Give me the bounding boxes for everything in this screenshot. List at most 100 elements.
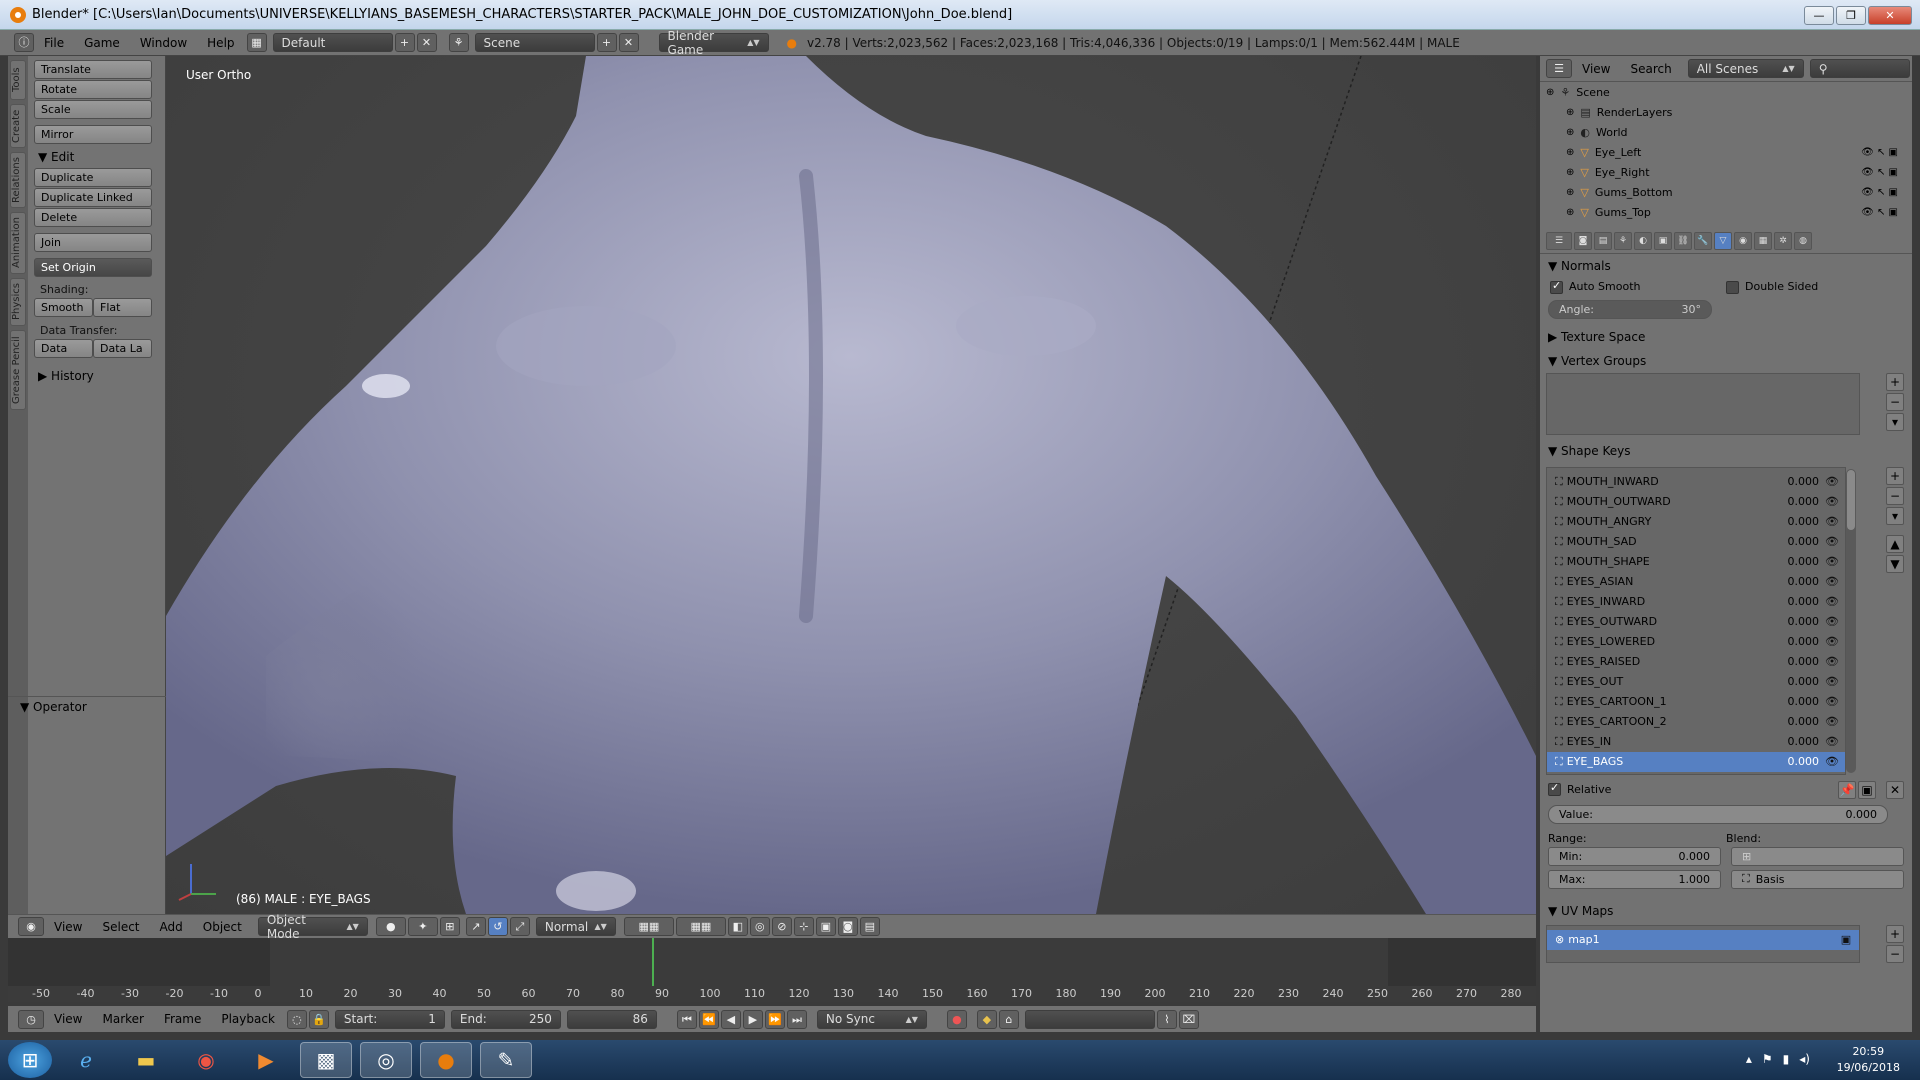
jump-end-icon[interactable]: ⏭ [786,1009,807,1029]
record-icon[interactable]: ● [946,1009,967,1029]
shape-key-row[interactable]: ⛶ MOUTH_SAD 0.000 👁 [1547,532,1845,552]
mute-eye-icon[interactable]: 👁 [1819,655,1845,668]
jump-start-icon[interactable]: ⏮ [676,1009,697,1029]
layers-icon[interactable]: ▦▦ [623,917,674,936]
smooth-button[interactable]: Smooth [34,298,93,317]
maximize-button[interactable]: ❐ [1836,6,1866,25]
mute-eye-icon[interactable]: 👁 [1819,475,1845,488]
engine-dropdown[interactable]: Blender Game ▲▼ [658,29,769,57]
timeline[interactable]: -50 -40 -30 -20 -10 0 10 20 30 40 50 60 70 80 90 100 110… [8,938,1536,1002]
pin-shape-icon[interactable]: 📌 [1838,780,1856,799]
outliner-item[interactable]: ⊕ ⚘ Scene [1540,82,1912,102]
translate-button[interactable]: Translate [34,60,152,79]
vertex-groups-list[interactable] [1546,372,1860,435]
outliner-editor-icon[interactable]: ☰ [1546,59,1572,78]
info-editor-icon[interactable]: ⓘ [14,33,34,52]
blend-group-field[interactable]: ⊞ [1731,846,1904,866]
paint-icon[interactable]: ✎ [480,1042,532,1078]
relative-key-field[interactable]: ⛶ Basis [1731,869,1904,889]
scale-manip-icon[interactable]: ⤢ [509,917,530,936]
expand-icon[interactable]: ⊕ [1546,87,1554,98]
scene-dropdown[interactable]: Scene [474,33,595,52]
outliner-item[interactable]: ⊕ ◐ World [1540,122,1912,142]
layers2-icon[interactable]: ▦▦ [675,917,726,936]
internet-explorer-icon[interactable]: ℯ [60,1042,112,1078]
mute-eye-icon[interactable]: 👁 [1819,715,1845,728]
snap-element-icon[interactable]: ▣ [815,917,836,936]
keyset-icon[interactable]: ⌂ [998,1009,1019,1029]
operator-panel-header[interactable]: ▼ Operator [8,696,166,716]
sync-dropdown[interactable]: No Sync ▲▼ [816,1009,927,1029]
mute-eye-icon[interactable]: 👁 [1819,595,1845,608]
angle-field[interactable]: Angle: 30° [1548,299,1712,319]
tl-menu-view[interactable]: View [44,1012,92,1026]
mode-dropdown[interactable]: Object Mode ▲▼ [257,913,368,941]
flag-icon[interactable]: ⚑ [1762,1052,1773,1066]
preview-range-icon[interactable]: ◌ [286,1009,307,1029]
data-layout-button[interactable]: Data La [93,339,152,358]
remove-uv-map-button[interactable]: − [1886,944,1904,963]
modifiers-tab-icon[interactable]: 🔧 [1694,231,1712,250]
shape-key-row[interactable]: ⛶ EYES_RAISED 0.000 👁 [1547,652,1845,672]
orientation-dropdown[interactable]: Normal ▲▼ [535,917,616,936]
auto-smooth-toggle[interactable]: Auto Smooth [1550,279,1726,294]
texture-space-panel-header[interactable]: ▶ Texture Space [1540,325,1912,349]
play-reverse-icon[interactable]: ◀ [720,1009,741,1029]
texture-tab-icon[interactable]: ▦ [1754,231,1772,250]
chrome-icon[interactable]: ◉ [180,1042,232,1078]
shape-keys-list[interactable]: ⛶ MOUTH_INWARD 0.000 👁 ⛶ MOUTH_OUTWARD 0.000 👁 ⛶… [1546,466,1846,775]
prev-key-icon[interactable]: ⏪ [698,1009,719,1029]
keying-icon[interactable]: ◆ [976,1009,997,1029]
network-icon[interactable]: ▮ [1783,1052,1790,1066]
uv-active-render-icon[interactable]: ▣ [1833,933,1859,946]
data-tab-icon[interactable]: ▽ [1714,231,1732,250]
shape-key-row[interactable]: ⛶ MOUTH_INWARD 0.000 👁 [1547,472,1845,492]
shape-key-row[interactable]: ⛶ EYES_OUTWARD 0.000 👁 [1547,612,1845,632]
shape-key-row[interactable]: ⛶ EYES_INWARD 0.000 👁 [1547,592,1845,612]
proportional-icon[interactable]: ◎ [749,917,770,936]
constraints-tab-icon[interactable]: ⛓ [1674,231,1692,250]
shape-key-value[interactable]: 0.000 [1759,715,1820,728]
scene-remove-icon[interactable]: ✕ [618,33,639,52]
obs-icon[interactable]: ◎ [360,1042,412,1078]
visibility-toggles[interactable]: 👁 ↖ ▣ [1861,187,1898,198]
media-player-icon[interactable]: ▶ [240,1042,292,1078]
start-button[interactable]: ⊞ [8,1042,52,1078]
tab-physics[interactable]: Physics [10,278,26,326]
shape-key-value[interactable]: 0.000 [1759,495,1820,508]
menu-object[interactable]: Object [193,920,252,934]
menu-window[interactable]: Window [130,36,197,50]
menu-file[interactable]: File [34,36,74,50]
menu-view[interactable]: View [44,920,92,934]
layout-remove-icon[interactable]: ✕ [416,33,437,52]
vertex-group-specials-button[interactable]: ▾ [1886,412,1904,431]
manipulator-icon[interactable]: ⊞ [439,917,460,936]
relative-checkbox[interactable] [1548,781,1561,796]
expand-icon[interactable]: ⊕ [1566,147,1574,158]
uv-maps-list[interactable]: ⊗ map1 ▣ [1546,924,1860,963]
remove-shape-key-button[interactable]: − [1886,486,1904,505]
object-tab-icon[interactable]: ▣ [1654,231,1672,250]
shape-key-value[interactable]: 0.000 [1759,755,1820,768]
shape-key-row[interactable]: ⛶ EYES_IN 0.000 👁 [1547,732,1845,752]
expand-icon[interactable]: ⊕ [1566,187,1574,198]
uv-maps-panel-header[interactable]: ▼ UV Maps [1540,899,1912,923]
current-frame-field[interactable]: 86 [566,1009,657,1029]
rotate-manip-icon[interactable]: ↺ [487,917,508,936]
shape-key-value[interactable]: 0.000 [1759,595,1820,608]
snap-icon[interactable]: ⊘ [771,917,792,936]
menu-select[interactable]: Select [92,920,149,934]
layout-dropdown[interactable]: Default [272,33,393,52]
expand-icon[interactable]: ⊕ [1566,127,1574,138]
max-field[interactable]: Max: 1.000 [1548,869,1721,889]
outliner-filter-dropdown[interactable]: All Scenes ▲▼ [1687,59,1804,78]
mute-eye-icon[interactable]: 👁 [1819,755,1845,768]
outliner-item[interactable]: ⊕ ▽ Eye_Right 👁 ↖ ▣ [1540,162,1912,182]
shape-key-value[interactable]: 0.000 [1759,655,1820,668]
world-tab-icon[interactable]: ◐ [1634,231,1652,250]
properties-editor-icon[interactable]: ☰ [1546,231,1572,250]
mute-eye-icon[interactable]: 👁 [1819,575,1845,588]
minimize-button[interactable]: — [1804,6,1834,25]
double-sided-checkbox[interactable] [1726,280,1739,294]
set-origin-dropdown[interactable]: Set Origin [34,258,152,277]
